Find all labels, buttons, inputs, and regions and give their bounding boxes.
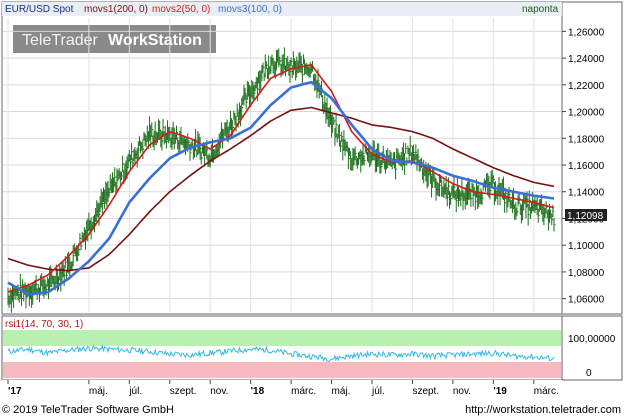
rsi-axis[interactable] (561, 315, 623, 381)
x-tick-label: júl. (128, 386, 142, 397)
rsi-tick-0: 0 (586, 368, 592, 379)
x-tick-label: '19 (493, 386, 507, 397)
time-axis[interactable] (2, 380, 562, 398)
watermark-product: WorkStation (108, 32, 202, 49)
x-tick-label: márc. (534, 386, 559, 397)
rsi-tick-100: 100,00000 (568, 334, 616, 345)
symbol-label: EUR/USD Spot (5, 4, 74, 15)
period-label[interactable]: naponta (522, 4, 559, 15)
y-tick-label: 1,08000 (568, 268, 605, 279)
url-link[interactable]: http://workstation.teletrader.com (465, 404, 621, 416)
x-tick-label: máj. (332, 386, 351, 397)
y-tick-label: 1,26000 (568, 27, 605, 38)
y-tick-label: 1,10000 (568, 241, 605, 252)
copyright-text: © 2019 TeleTrader Software GmbH (2, 404, 174, 416)
chart-canvas: EUR/USD Spot movs1(200, 0) movs2(50, 0) … (1, 1, 623, 416)
ma3-label: movs3(100, 0) (218, 4, 282, 15)
y-tick-label: 1,06000 (568, 295, 605, 306)
y-tick-label: 1,14000 (568, 188, 605, 199)
y-tick-label: 1,18000 (568, 134, 605, 145)
y-tick-label: 1,20000 (568, 108, 605, 119)
y-tick-label: 1,24000 (568, 54, 605, 65)
y-tick-label: 1,16000 (568, 161, 605, 172)
x-tick-label: máj. (89, 386, 108, 397)
rsi-overbought-zone (3, 330, 561, 346)
x-tick-label: szept. (412, 386, 439, 397)
rsi-label: rsi1(14, 70, 30, 1) (5, 319, 83, 330)
x-tick-label: júl. (371, 386, 385, 397)
ma2-label: movs2(50, 0) (152, 4, 210, 15)
x-tick-label: nov. (210, 386, 228, 397)
last-price-value: 1,12098 (567, 211, 604, 222)
watermark-brand: TeleTrader (22, 32, 99, 49)
ma1-label: movs1(200, 0) (84, 4, 148, 15)
x-tick-label: szept. (170, 386, 197, 397)
x-tick-label: márc. (291, 386, 316, 397)
rsi-oversold-zone (3, 362, 561, 378)
x-tick-label: '17 (8, 386, 22, 397)
y-tick-label: 1,22000 (568, 81, 605, 92)
x-tick-label: nov. (453, 386, 471, 397)
x-tick-label: '18 (251, 386, 265, 397)
